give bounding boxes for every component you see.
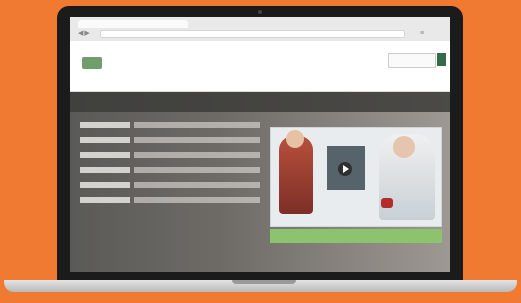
list-item-label <box>80 196 130 203</box>
list-item-label <box>80 181 130 188</box>
browser-toolbar: ◀▶ ≡ <box>70 17 450 42</box>
browser-tab[interactable] <box>78 20 188 28</box>
search-button[interactable] <box>437 53 446 66</box>
list-item-text <box>134 136 260 143</box>
list-item-label <box>80 166 130 173</box>
list-item[interactable] <box>80 180 260 189</box>
person-face <box>393 136 415 158</box>
forward-arrow-icon[interactable]: ▶ <box>84 30 90 37</box>
play-icon[interactable] <box>338 162 352 176</box>
feature-caption-button[interactable] <box>270 229 442 243</box>
feature-video[interactable] <box>270 127 442 227</box>
list-item[interactable] <box>80 150 260 159</box>
menu-icon[interactable]: ≡ <box>420 30 424 38</box>
list-item-text <box>134 196 260 203</box>
camera-icon <box>258 10 262 14</box>
list-item-text <box>134 151 260 158</box>
person-face <box>286 130 304 148</box>
address-bar[interactable] <box>100 30 405 38</box>
hero-section <box>70 92 450 272</box>
laptop-notch <box>232 280 296 284</box>
list-item-label <box>80 151 130 158</box>
list-item-label <box>80 136 130 143</box>
site-header <box>70 41 450 92</box>
search-input[interactable] <box>388 53 436 68</box>
list-item-text <box>134 166 260 173</box>
list-item[interactable] <box>80 165 260 174</box>
list-item[interactable] <box>80 135 260 144</box>
hero-link-list <box>80 120 260 210</box>
list-item-text <box>134 121 260 128</box>
hero-title <box>70 92 450 112</box>
list-item-text <box>134 181 260 188</box>
red-object <box>381 198 393 208</box>
list-item[interactable] <box>80 120 260 129</box>
nav-arrows[interactable]: ◀▶ <box>78 30 91 38</box>
logo[interactable] <box>82 57 102 69</box>
laptop-screen: ◀▶ ≡ <box>70 17 450 272</box>
laptop-base <box>4 280 517 292</box>
list-item-label <box>80 121 130 128</box>
list-item[interactable] <box>80 195 260 204</box>
laptop-lid: ◀▶ ≡ <box>57 6 463 282</box>
